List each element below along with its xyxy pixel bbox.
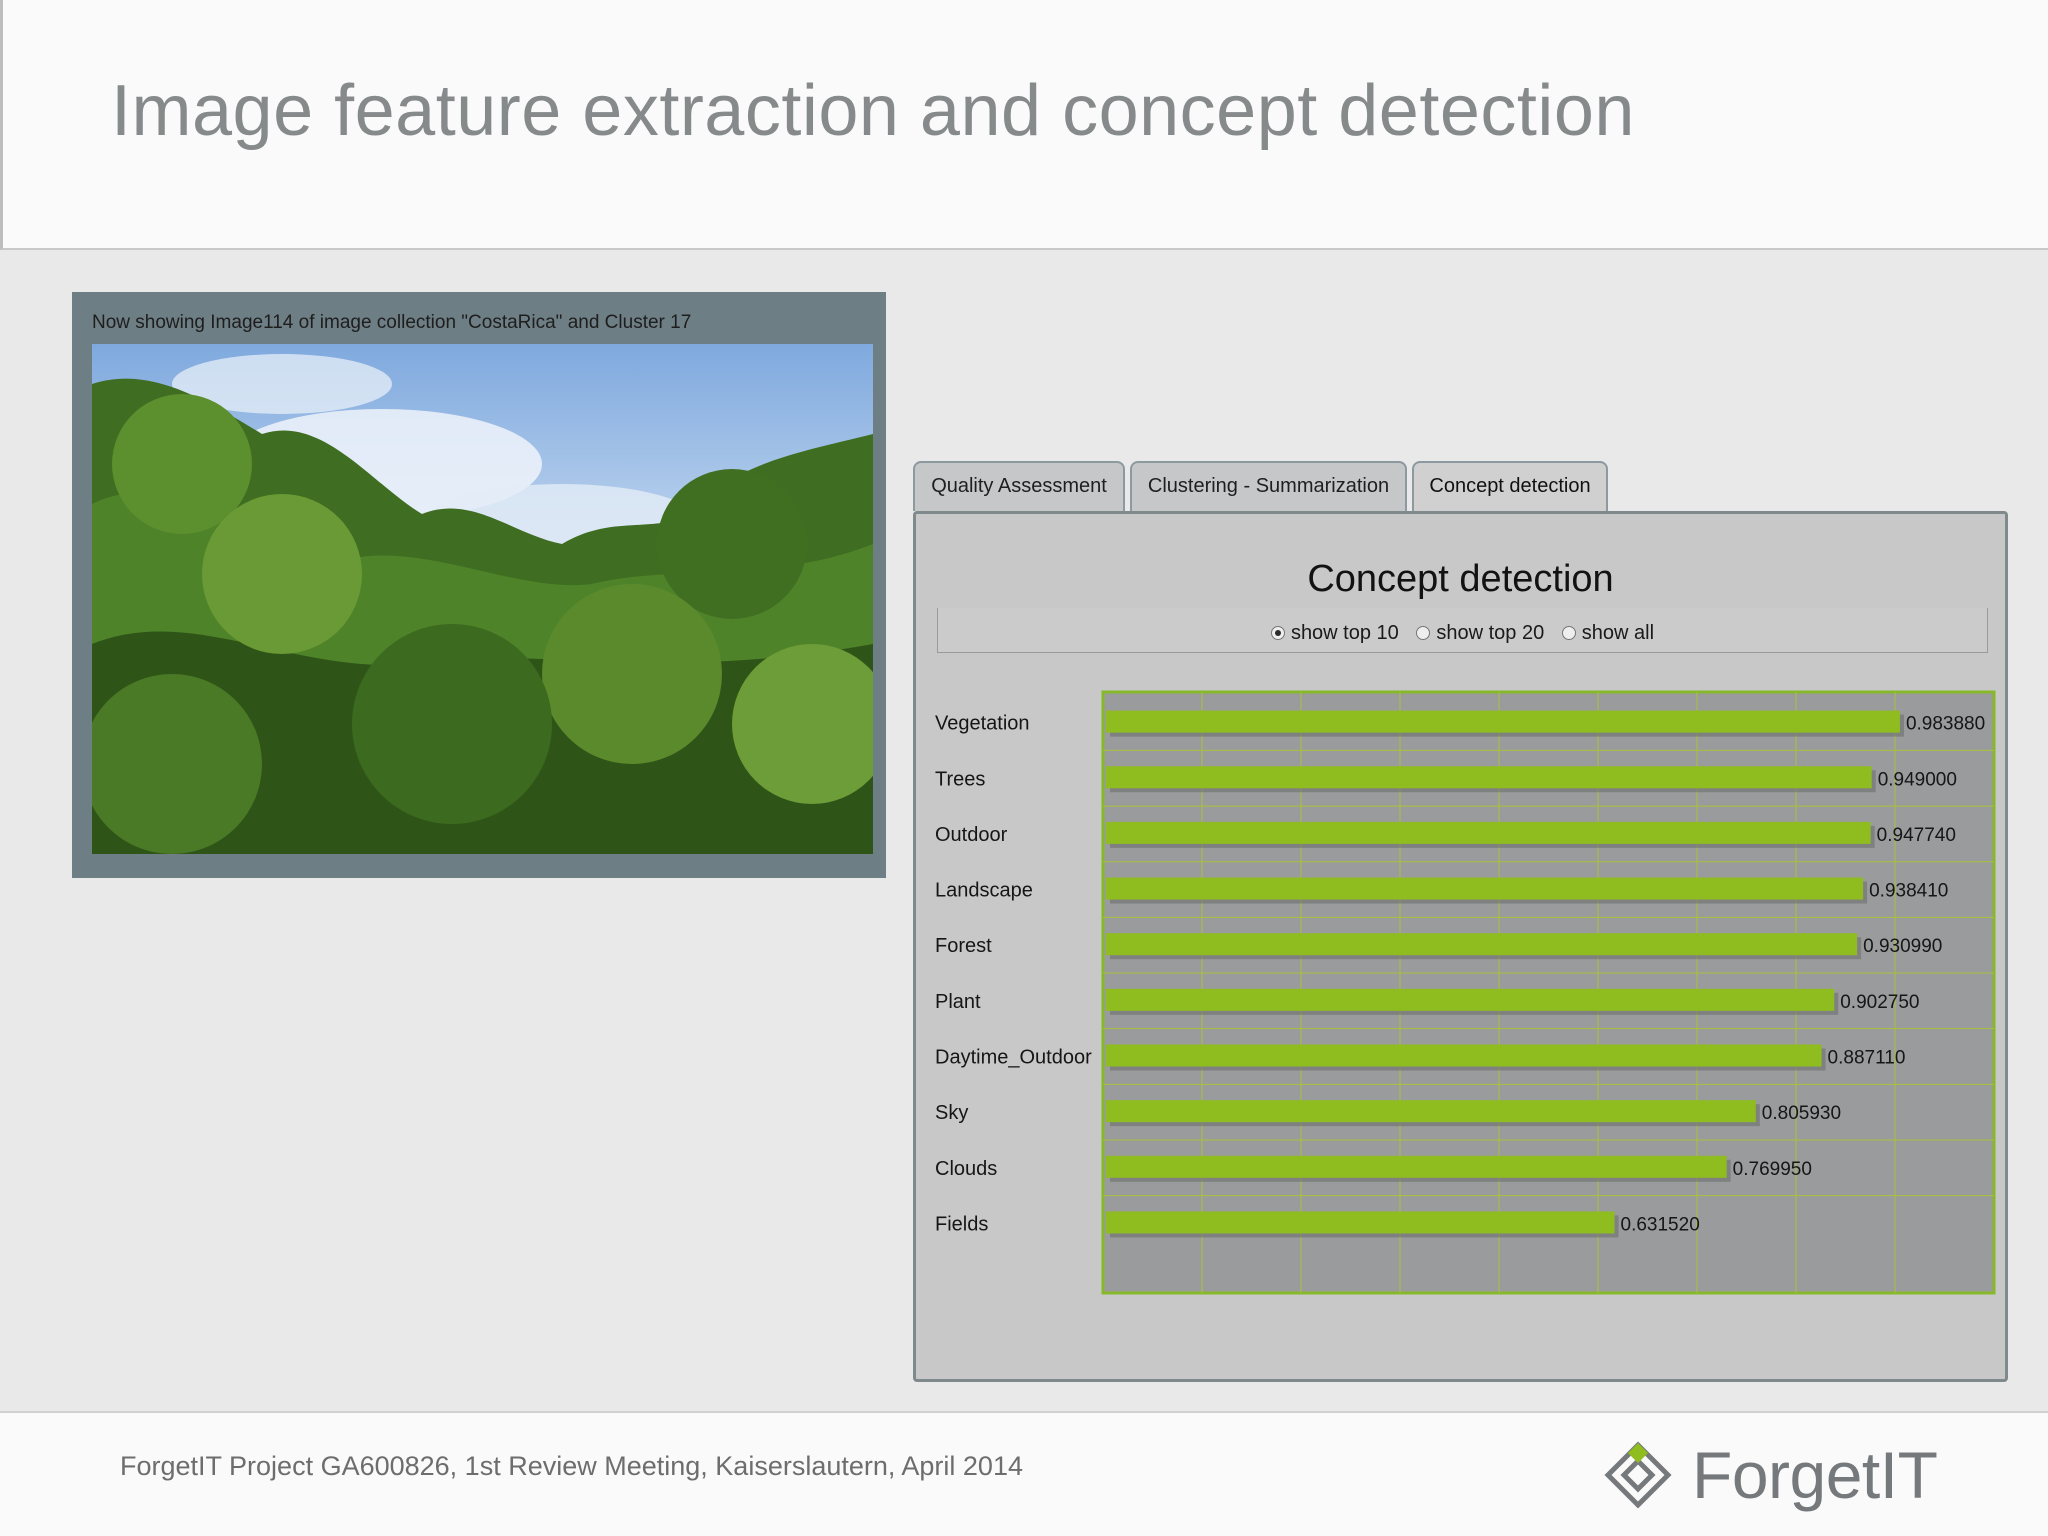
chart-value-label: 0.902750 [1840,992,1919,1013]
footer-text: ForgetIT Project GA600826, 1st Review Me… [120,1451,1023,1481]
tab-clustering-summarization[interactable]: Clustering - Summarization [1130,461,1407,511]
tab-quality-assessment[interactable]: Quality Assessment [913,461,1125,511]
chart-value-label: 0.930990 [1863,936,1942,957]
chart-value-label: 0.769950 [1733,1159,1812,1180]
diamond-logo-icon [1604,1441,1672,1509]
chart-value-label: 0.938410 [1869,881,1948,902]
chart-value-label: 0.983880 [1906,714,1985,735]
concept-score-chart: Vegetation 0.983880 Trees 0.949000 Outdoor 0.… [935,690,1996,1295]
chart-category-label: Fields [935,1213,988,1235]
chart-value-label: 0.805930 [1762,1103,1841,1124]
chart-value-label: 0.887110 [1828,1047,1906,1068]
chart-value-label: 0.947740 [1877,825,1956,846]
chart-bar [1106,1211,1615,1234]
slide-title: Image feature extraction and concept det… [111,71,1635,151]
forgetit-logo: ForgetIT [1604,1438,1938,1512]
chart-category-label: Forest [935,935,992,957]
chart-bar [1106,1044,1822,1067]
chart-category-label: Vegetation [935,713,1030,735]
chart-bar [1106,1155,1727,1178]
logo-text: ForgetIT [1692,1438,1938,1512]
chart-category-label: Sky [935,1102,968,1124]
slide-header: Image feature extraction and concept det… [0,0,2048,250]
chart-bar [1106,877,1864,900]
concept-detection-panel: Concept detection show top 10 show top 2… [913,511,2008,1382]
chart-value-label: 0.631520 [1621,1214,1700,1235]
forest-photo-illustration [92,344,873,854]
chart-category-label: Clouds [935,1158,997,1180]
forest-photo [92,344,873,854]
chart-bar [1106,821,1871,844]
chart-bar [1106,988,1835,1011]
chart-category-label: Plant [935,991,981,1013]
image-caption: Now showing Image114 of image collection… [92,312,692,333]
chart-category-label: Outdoor [935,824,1008,846]
chart-value-label: 0.949000 [1878,769,1957,790]
tab-concept-detection[interactable]: Concept detection [1412,461,1608,511]
chart-bar [1106,1100,1756,1123]
chart-bar [1106,710,1900,733]
chart-category-label: Daytime_Outdoor [935,1046,1092,1068]
chart-bar [1106,933,1858,956]
image-viewer-panel: Now showing Image114 of image collection… [72,292,886,878]
chart-category-label: Landscape [935,880,1033,902]
chart-category-label: Trees [935,768,985,790]
chart-bar [1106,766,1872,789]
